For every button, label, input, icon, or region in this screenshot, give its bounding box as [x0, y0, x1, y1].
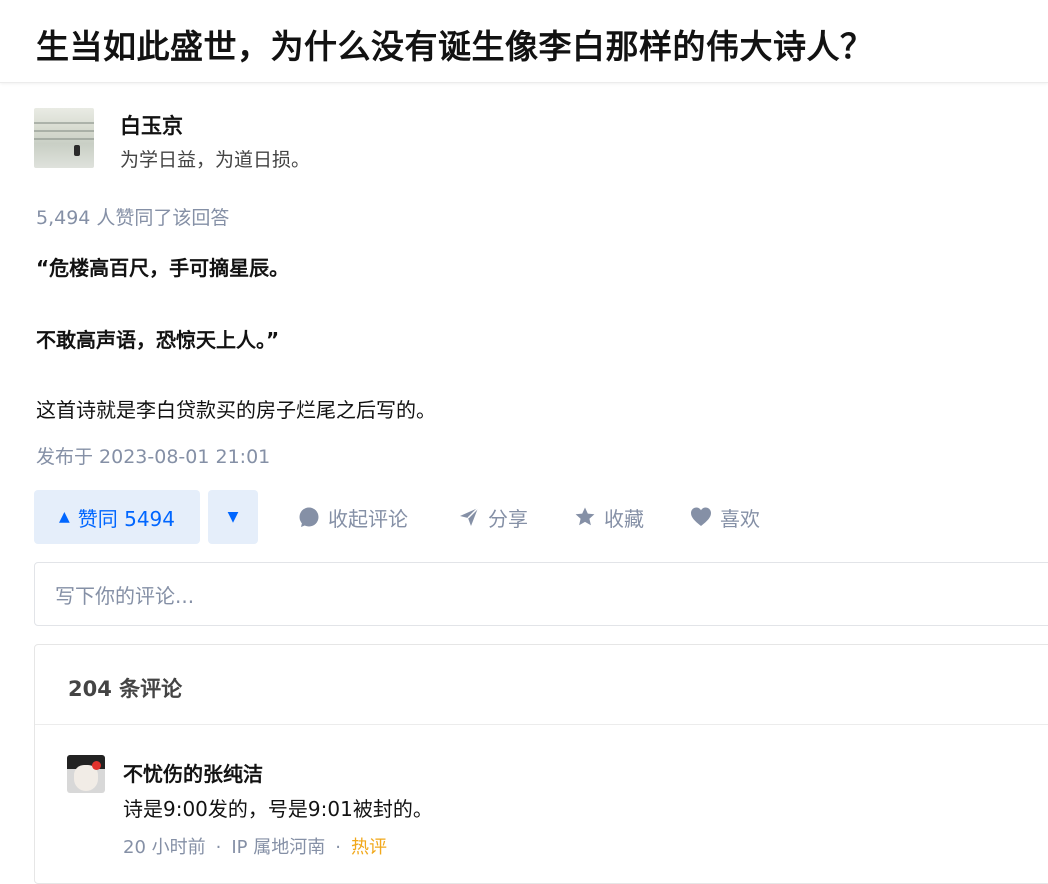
question-title[interactable]: 生当如此盛世，为什么没有诞生像李白那样的伟大诗人？: [36, 20, 874, 68]
author-name[interactable]: 白玉京: [120, 110, 183, 140]
author-card: 白玉京 为学日益，为道日损。: [34, 108, 654, 172]
comments-count: 204 条评论: [68, 677, 183, 701]
comment-bubble-icon: [299, 507, 319, 527]
comments-panel: 204 条评论 不忧伤的张纯洁 诗是9:00发的，号是9:01被封的。 20 小…: [34, 644, 1048, 884]
share-button[interactable]: 分享: [458, 490, 528, 544]
collapse-comments-label: 收起评论: [328, 506, 408, 531]
comment-text: 诗是9:00发的，号是9:01被封的。: [123, 797, 433, 821]
share-label: 分享: [488, 506, 528, 531]
action-bar: ▲ 赞同 5494 ▼ 收起评论 分享 收藏 喜欢: [34, 490, 1014, 544]
answer-paragraph: “危楼高百尺，手可摘星辰。: [36, 256, 290, 280]
triangle-down-icon: ▼: [227, 509, 239, 525]
comments-header: 204 条评论: [35, 645, 1048, 725]
author-bio: 为学日益，为道日损。: [120, 149, 311, 171]
vote-down-button[interactable]: ▼: [208, 490, 258, 544]
commenter-avatar[interactable]: [67, 755, 105, 793]
publish-time[interactable]: 发布于 2023-08-01 21:01: [36, 442, 270, 469]
triangle-up-icon: ▲: [58, 509, 70, 525]
favorite-button[interactable]: 收藏: [574, 490, 644, 544]
meta-separator: ·: [215, 837, 222, 858]
comment-input[interactable]: 写下你的评论...: [34, 562, 1048, 626]
answer-paragraph: 这首诗就是李白贷款买的房子烂尾之后写的。: [36, 398, 436, 422]
comment-meta: 20 小时前 · IP 属地河南 · 热评: [123, 833, 387, 859]
avatar-flower: [92, 761, 101, 770]
comment-time: 20 小时前: [123, 837, 206, 858]
like-button[interactable]: 喜欢: [690, 490, 760, 544]
collapse-comments-button[interactable]: 收起评论: [298, 490, 408, 544]
avatar-wave-3: [34, 138, 94, 140]
vote-up-button[interactable]: ▲ 赞同 5494: [34, 490, 200, 544]
comment-location: IP 属地河南: [231, 837, 326, 858]
avatar-figure: [74, 145, 80, 156]
like-label: 喜欢: [720, 506, 760, 531]
paper-plane-icon: [460, 507, 479, 526]
heart-icon: [691, 507, 711, 526]
question-header: 生当如此盛世，为什么没有诞生像李白那样的伟大诗人？: [0, 0, 1048, 83]
author-avatar[interactable]: [34, 108, 94, 168]
meta-separator: ·: [335, 837, 341, 858]
favorite-label: 收藏: [604, 506, 644, 531]
answer-paragraph: 不敢高声语，恐惊天上人。”: [36, 328, 280, 352]
avatar-wave-1: [34, 122, 94, 124]
star-icon: [575, 507, 595, 526]
commenter-name[interactable]: 不忧伤的张纯洁: [123, 758, 263, 787]
vote-summary[interactable]: 5,494 人赞同了该回答: [36, 203, 229, 230]
vote-up-label: 赞同 5494: [77, 506, 176, 531]
avatar-wave-2: [34, 130, 94, 132]
comment-item: 不忧伤的张纯洁 诗是9:00发的，号是9:01被封的。 20 小时前 · IP 属地…: [67, 755, 967, 875]
hot-comment-badge: 热评: [351, 837, 387, 858]
